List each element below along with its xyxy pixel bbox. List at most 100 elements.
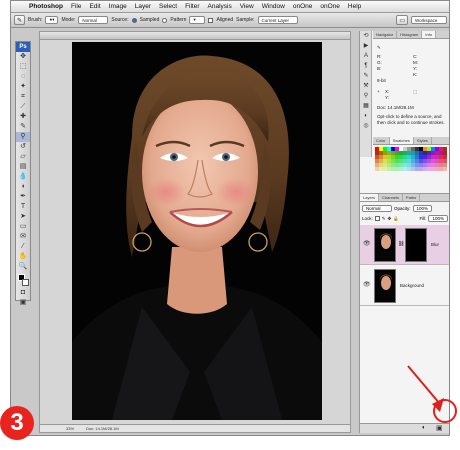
layer-comps-icon[interactable]: ▦ xyxy=(360,101,372,111)
sampled-radio[interactable] xyxy=(131,17,137,23)
menu-select[interactable]: Select xyxy=(155,3,181,10)
lock-all-icon[interactable]: 🔒 xyxy=(393,216,399,222)
paragraph-panel-icon[interactable]: ¶ xyxy=(360,61,372,71)
visibility-eye-icon[interactable]: 👁 xyxy=(363,281,371,288)
tab-swatches[interactable]: Swatches xyxy=(389,137,414,144)
crop-tool-icon[interactable]: ⌗ xyxy=(16,92,30,102)
menu-window[interactable]: Window xyxy=(258,3,289,10)
sample-select[interactable]: Current Layer xyxy=(257,16,298,24)
aligned-checkbox[interactable] xyxy=(208,17,214,23)
eyedropper-icon: ✎ xyxy=(377,45,381,50)
masks-icon[interactable]: ◎ xyxy=(360,121,372,131)
screen-mode-icon[interactable]: ▣ xyxy=(16,298,30,308)
character-panel-icon[interactable]: A xyxy=(360,51,372,61)
workspace-select[interactable]: Workspace xyxy=(411,16,447,24)
menu-app[interactable]: Photoshop xyxy=(25,3,67,10)
slice-tool-icon[interactable]: ⟋ xyxy=(16,102,30,112)
document-window: 33% Doc: 14.1M/28.1M xyxy=(39,31,351,433)
palette-well-button[interactable]: ▭ xyxy=(396,15,408,25)
pattern-radio[interactable] xyxy=(162,17,168,23)
menu-image[interactable]: Image xyxy=(105,3,131,10)
fill-field[interactable]: 100% xyxy=(428,215,448,222)
lasso-tool-icon[interactable]: ◌ xyxy=(16,72,30,82)
dodge-tool-icon[interactable]: ◖ xyxy=(16,182,30,192)
color-swatches[interactable] xyxy=(16,272,30,288)
visibility-eye-icon[interactable]: 👁 xyxy=(363,240,371,247)
eyedropper-tool-icon[interactable]: ⁄ xyxy=(16,242,30,252)
brushes-panel-icon[interactable]: ✎ xyxy=(360,71,372,81)
menu-help[interactable]: Help xyxy=(344,3,365,10)
add-layer-mask-icon[interactable]: ◐ xyxy=(422,425,426,431)
adjustments-icon[interactable]: ◐ xyxy=(360,111,372,121)
tab-channels[interactable]: Channels xyxy=(379,194,403,201)
move-tool-icon[interactable]: ✥ xyxy=(16,52,30,62)
zoom-level[interactable]: 33% xyxy=(66,426,74,431)
menu-filter[interactable]: Filter xyxy=(181,3,203,10)
opacity-label: Opacity: xyxy=(394,206,411,211)
opacity-field[interactable]: 100% xyxy=(412,205,433,212)
tab-info[interactable]: Info xyxy=(422,31,437,38)
fill-value: 100% xyxy=(432,216,444,221)
pattern-picker[interactable]: ▾ xyxy=(189,16,206,24)
crosshair-icon: + xyxy=(377,89,380,94)
brush-tool-icon[interactable]: ✎ xyxy=(16,122,30,132)
new-layer-icon[interactable]: ▣ xyxy=(436,424,443,432)
menu-onone-2[interactable]: onOne xyxy=(316,3,344,10)
zoom-tool-icon[interactable]: 🔍 xyxy=(16,262,30,272)
lock-transparency-icon[interactable] xyxy=(374,216,380,221)
brush-picker[interactable]: ●▾ xyxy=(45,16,59,24)
swatch-chip[interactable] xyxy=(443,167,447,171)
layer-row-background[interactable]: 👁 Background xyxy=(360,266,449,306)
tab-histogram[interactable]: Histogram xyxy=(397,31,423,38)
menu-onone-1[interactable]: onOne xyxy=(289,3,317,10)
type-tool-icon[interactable]: T xyxy=(16,202,30,212)
doc-size[interactable]: Doc: 14.1M/28.1M xyxy=(86,426,119,431)
blend-mode-select[interactable]: Normal xyxy=(362,205,392,212)
tab-styles[interactable]: Styles xyxy=(414,137,432,144)
healing-brush-tool-icon[interactable]: ✚ xyxy=(16,112,30,122)
lock-position-icon[interactable]: ✥ xyxy=(388,216,392,222)
background-color[interactable] xyxy=(22,279,29,286)
lock-pixels-icon[interactable]: ✎ xyxy=(382,216,386,222)
magic-wand-tool-icon[interactable]: ✦ xyxy=(16,82,30,92)
actions-panel-icon[interactable]: ▶ xyxy=(360,41,372,51)
tab-navigator[interactable]: Navigator xyxy=(373,31,398,38)
eraser-tool-icon[interactable]: ▱ xyxy=(16,152,30,162)
layer-mask-thumbnail[interactable] xyxy=(405,228,427,262)
tab-layers[interactable]: Layers xyxy=(360,194,380,201)
pen-tool-icon[interactable]: ✒ xyxy=(16,192,30,202)
layer-row-blur[interactable]: 👁 ⛓ Blur xyxy=(360,225,449,265)
tab-paths[interactable]: Paths xyxy=(403,194,421,201)
menu-file[interactable]: File xyxy=(67,3,85,10)
path-selection-tool-icon[interactable]: ➤ xyxy=(16,212,30,222)
portrait-photo[interactable] xyxy=(72,42,322,420)
hand-tool-icon[interactable]: ✋ xyxy=(16,252,30,262)
gradient-tool-icon[interactable]: ▤ xyxy=(16,162,30,172)
selection-size-icon: ⬚ xyxy=(413,89,418,94)
tab-color[interactable]: Color xyxy=(373,137,390,144)
info-bits: 8-bit xyxy=(377,78,386,83)
marquee-tool-icon[interactable]: ⬚ xyxy=(16,62,30,72)
info-panel-tabs: Navigator Histogram Info xyxy=(373,31,449,39)
clone-stamp-tool-icon[interactable]: ⚲ xyxy=(16,132,30,142)
notes-tool-icon[interactable]: ✉ xyxy=(16,232,30,242)
layers-panel-tabs: Layers Channels Paths xyxy=(360,194,449,202)
swatch-grid[interactable] xyxy=(375,147,447,173)
menu-edit[interactable]: Edit xyxy=(85,3,104,10)
menu-analysis[interactable]: Analysis xyxy=(204,3,236,10)
info-c: C: xyxy=(413,54,418,59)
menu-layer[interactable]: Layer xyxy=(131,3,155,10)
clone-source-icon[interactable]: ⚲ xyxy=(360,91,372,101)
blur-tool-icon[interactable]: 💧 xyxy=(16,172,30,182)
tool-presets-icon[interactable]: ⚒ xyxy=(360,81,372,91)
tool-preset-picker[interactable]: ✎ xyxy=(14,15,26,25)
photoshop-logo[interactable]: Ps xyxy=(16,42,30,52)
shape-tool-icon[interactable]: ▭ xyxy=(16,222,30,232)
quick-mask-icon[interactable]: ◘ xyxy=(16,288,30,298)
document-titlebar[interactable] xyxy=(40,32,350,40)
mode-select[interactable]: Normal xyxy=(78,16,109,24)
menu-view[interactable]: View xyxy=(236,3,258,10)
history-panel-icon[interactable]: ⟲ xyxy=(360,31,372,41)
pattern-label: Pattern xyxy=(170,17,187,23)
history-brush-tool-icon[interactable]: ↺ xyxy=(16,142,30,152)
